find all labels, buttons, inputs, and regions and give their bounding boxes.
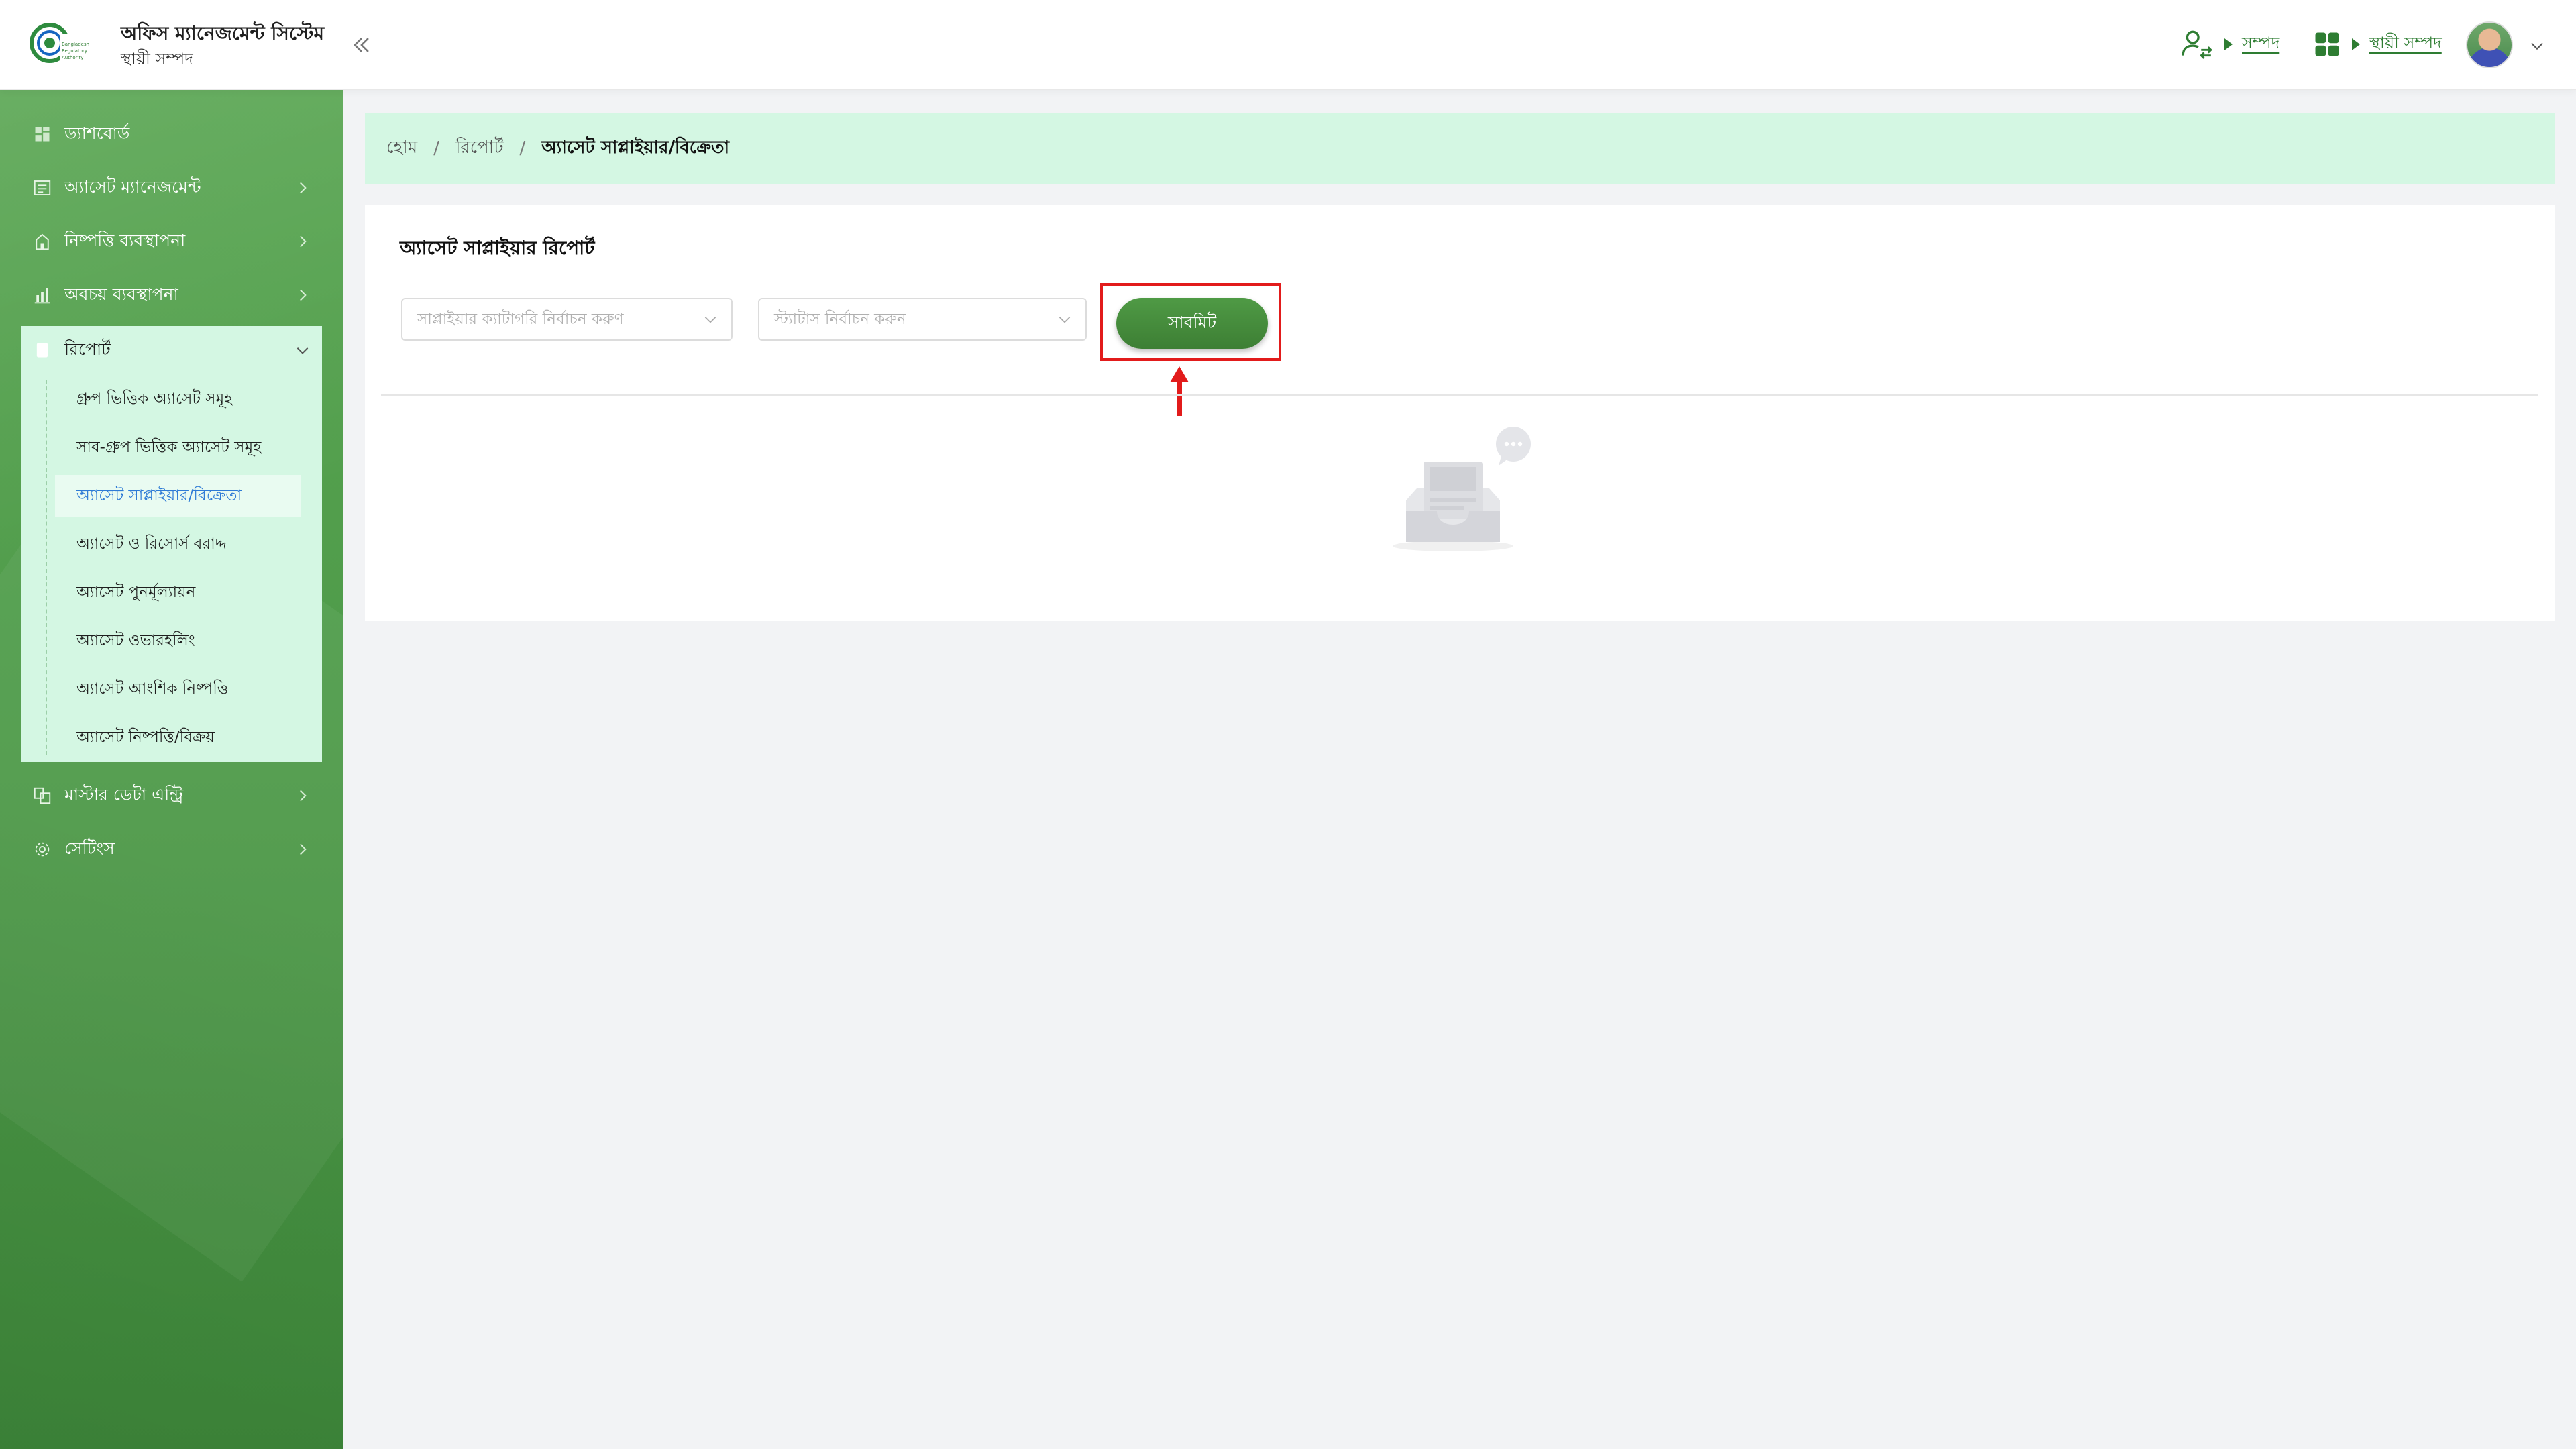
page-title: অ্যাসেট সাপ্লাইয়ার রিপোর্ট: [400, 237, 595, 259]
submenu-guide-line: [46, 380, 47, 755]
master-data-icon: [32, 786, 52, 806]
sidebar-item-asset-management[interactable]: অ্যাসেট ম্যানেজমেন্ট: [21, 164, 322, 212]
triangle-right-icon: [2352, 38, 2360, 50]
user-avatar[interactable]: [2466, 21, 2513, 68]
asset-link[interactable]: সম্পদ: [2242, 31, 2279, 58]
submit-button[interactable]: সাবমিট: [1116, 298, 1268, 349]
sidebar-item-report[interactable]: রিপোর্ট: [21, 326, 322, 374]
select-placeholder: সাপ্লাইয়ার ক্যাটাগরি নির্বাচন করুণ: [417, 310, 624, 328]
sidebar-item-label: ড্যাশবোর্ড: [64, 123, 130, 143]
chevron-right-icon: [300, 182, 307, 194]
sidebar-subitem-overhauling[interactable]: অ্যাসেট ওভারহলিং: [55, 620, 301, 661]
sidebar-item-label: মাস্টার ডেটা এন্ট্রি: [64, 784, 184, 804]
report-icon: [32, 340, 52, 360]
app-subtitle: স্থায়ী সম্পদ: [121, 50, 193, 68]
breadcrumb: হোম / রিপোর্ট / অ্যাসেট সাপ্লাইয়ার/বিক্…: [365, 113, 2555, 184]
sidebar-subitem-revaluation[interactable]: অ্যাসেট পুনর্মূল্যায়ন: [55, 572, 301, 613]
sidebar-item-dashboard[interactable]: ড্যাশবোর্ড: [21, 110, 322, 158]
asset-icon: [32, 178, 52, 198]
triangle-right-icon: [2224, 38, 2233, 50]
chevron-right-icon: [300, 235, 307, 248]
svg-text:Authority: Authority: [62, 55, 83, 60]
sidebar-subitem-allocation[interactable]: অ্যাসেট ও রিসোর্স বরাদ্দ: [55, 523, 301, 565]
chevron-down-icon: [1059, 317, 1071, 323]
red-arrow-indicator: [1170, 366, 1189, 416]
sidebar-item-label: নিষ্পত্তি ব্যবস্থাপনা: [64, 230, 186, 250]
chevron-down-icon[interactable]: [2528, 36, 2546, 55]
disposal-icon: [32, 231, 52, 252]
top-header: Bangladesh Regulatory Authority অফিস ম্য…: [0, 0, 2576, 90]
sidebar-item-settings[interactable]: সেটিংস: [21, 825, 322, 873]
collapse-sidebar-button[interactable]: [346, 30, 377, 60]
svg-text:Regulatory: Regulatory: [62, 48, 87, 54]
dashboard-icon: [32, 124, 52, 144]
user-switch-icon: [2182, 30, 2212, 59]
breadcrumb-current: অ্যাসেট সাপ্লাইয়ার/বিক্রেতা: [541, 138, 730, 158]
sidebar-item-label: অ্যাসেট ম্যানেজমেন্ট: [64, 176, 201, 197]
apps-grid-icon: [2315, 32, 2339, 56]
sidebar-item-label: রিপোর্ট: [64, 339, 111, 359]
breadcrumb-separator: /: [433, 138, 439, 158]
app-title: অফিস ম্যানেজমেন্ট সিস্টেম: [121, 22, 325, 44]
asset-module-switch[interactable]: সম্পদ: [2180, 24, 2279, 64]
status-select[interactable]: স্ট্যাটাস নির্বাচন করুন: [758, 298, 1087, 341]
sidebar: ড্যাশবোর্ড অ্যাসেট ম্যানেজমেন্ট নিষ্পত্ত…: [0, 90, 343, 1449]
chevron-down-icon: [704, 317, 716, 323]
breadcrumb-report[interactable]: রিপোর্ট: [455, 133, 504, 163]
sidebar-subitem-group-assets[interactable]: গ্রুপ ভিত্তিক অ্যাসেট সমূহ: [55, 378, 301, 420]
depreciation-icon: [32, 285, 52, 305]
org-logo: Bangladesh Regulatory Authority: [30, 23, 94, 63]
sidebar-item-label: সেটিংস: [64, 838, 115, 858]
sidebar-subitem-subgroup-assets[interactable]: সাব-গ্রুপ ভিত্তিক অ্যাসেট সমূহ: [55, 427, 301, 468]
sidebar-item-label: অবচয় ব্যবস্থাপনা: [64, 284, 178, 304]
sidebar-subitem-supplier[interactable]: অ্যাসেট সাপ্লাইয়ার/বিক্রেতা: [55, 475, 301, 517]
sidebar-item-disposal[interactable]: নিষ্পত্তি ব্যবস্থাপনা: [21, 217, 322, 266]
divider: [381, 394, 2538, 396]
breadcrumb-separator: /: [519, 138, 526, 158]
select-placeholder: স্ট্যাটাস নির্বাচন করুন: [774, 310, 906, 328]
settings-icon: [32, 839, 52, 859]
sidebar-subitem-disposal-sale[interactable]: অ্যাসেট নিষ্পত্তি/বিক্রয়: [55, 716, 301, 758]
fixed-asset-module-switch[interactable]: স্থায়ী সম্পদ: [2313, 24, 2442, 64]
report-card: অ্যাসেট সাপ্লাইয়ার রিপোর্ট সাপ্লাইয়ার …: [365, 205, 2555, 621]
chevron-down-icon: [297, 347, 309, 354]
chevron-right-icon: [300, 790, 307, 802]
breadcrumb-home[interactable]: হোম: [386, 133, 417, 163]
sidebar-item-master-data[interactable]: মাস্টার ডেটা এন্ট্রি: [21, 771, 322, 820]
supplier-category-select[interactable]: সাপ্লাইয়ার ক্যাটাগরি নির্বাচন করুণ: [401, 298, 733, 341]
double-chevron-left-icon: [354, 38, 369, 52]
empty-state-illustration: [1393, 427, 1531, 551]
fixed-asset-link[interactable]: স্থায়ী সম্পদ: [2369, 31, 2442, 58]
chevron-right-icon: [300, 843, 307, 855]
sidebar-subitem-partial-disposal[interactable]: অ্যাসেট আংশিক নিষ্পত্তি: [55, 668, 301, 710]
chevron-right-icon: [300, 289, 307, 301]
sidebar-item-depreciation[interactable]: অবচয় ব্যবস্থাপনা: [21, 271, 322, 319]
svg-text:Bangladesh: Bangladesh: [62, 42, 89, 47]
sidebar-report-group: রিপোর্ট গ্রুপ ভিত্তিক অ্যাসেট সমূহ সাব-গ…: [21, 326, 322, 762]
